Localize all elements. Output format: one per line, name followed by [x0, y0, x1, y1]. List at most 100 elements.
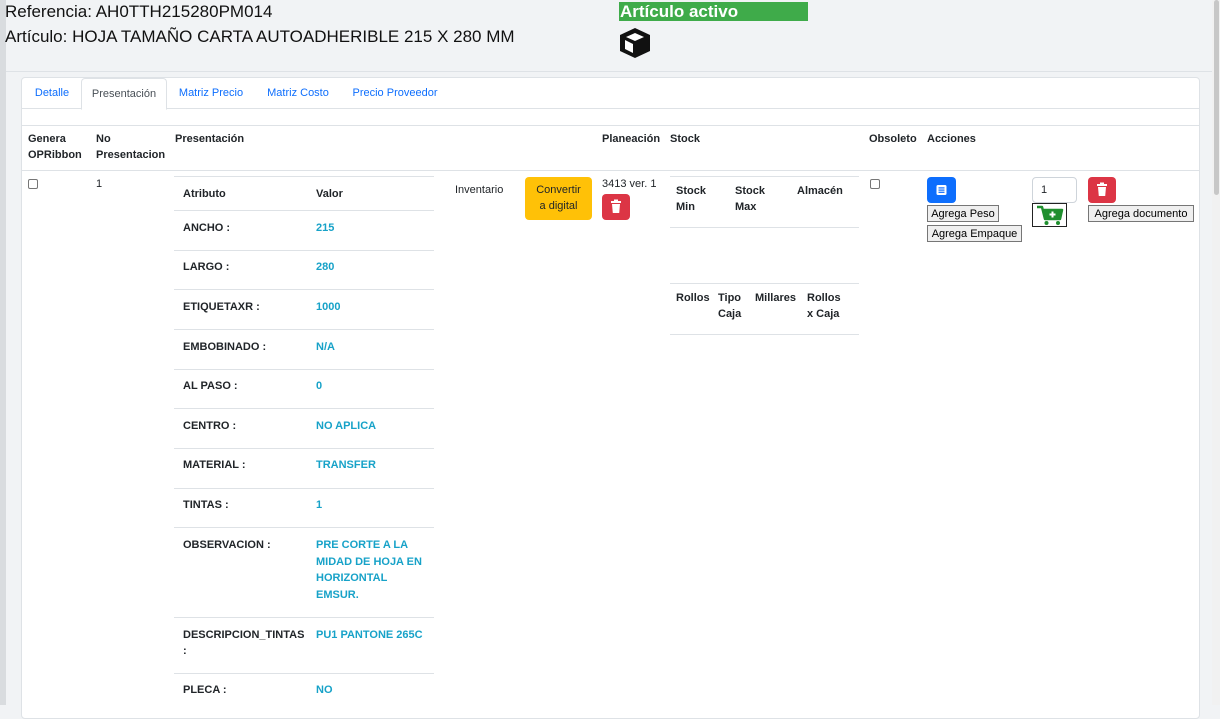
convert-button-line1: Convertir — [536, 184, 581, 196]
stock-min-line1: Stock — [676, 185, 706, 197]
list-button[interactable] — [927, 177, 956, 203]
attr-row-divider — [174, 369, 434, 370]
stock-table-divider — [670, 227, 859, 228]
attr-value: N/A — [316, 341, 335, 353]
trash-icon — [1097, 182, 1107, 196]
attr-table-top-border — [174, 176, 434, 177]
genera-opribbon-checkbox[interactable] — [28, 179, 38, 189]
tab-precio-proveedor[interactable]: Precio Proveedor — [346, 78, 444, 108]
attr-name: ANCHO : — [183, 222, 231, 234]
attr-value-multiline: PRE CORTE A LA MIDAD DE HOJA EN HORIZONT… — [316, 537, 422, 603]
stock-table-top-border — [670, 176, 859, 177]
stock-max-line2: Max — [735, 201, 757, 213]
attr-value: 1 — [316, 499, 323, 511]
agrega-peso-button[interactable]: Agrega Peso — [927, 205, 999, 222]
reference-title: Referencia: AH0TTH215280PM014 — [5, 2, 273, 21]
attr-row-divider — [174, 210, 434, 211]
rollos-header: Rollos — [676, 292, 710, 304]
agrega-empaque-button[interactable]: Agrega Empaque — [927, 225, 1022, 242]
millares-header: Millares — [755, 292, 796, 304]
delete-planeacion-button[interactable] — [602, 194, 630, 220]
col-genera-header: Genera OPRibbon — [28, 131, 82, 163]
attr-name-multiline: DESCRIPCION_TINTAS : — [183, 627, 304, 659]
rollos-table-bottom-border — [670, 334, 859, 335]
col-presentacion-header: Presentación — [175, 133, 245, 145]
delete-document-button[interactable] — [1088, 177, 1116, 203]
attr-name: EMBOBINADO : — [183, 341, 267, 353]
convert-button-line2: a digital — [539, 200, 578, 212]
attr-name: PLECA : — [183, 684, 227, 696]
quantity-input[interactable]: 1 — [1032, 177, 1077, 203]
attr-name-line: DESCRIPCION_TINTAS — [183, 629, 305, 641]
attr-row-divider — [174, 527, 434, 528]
col-stock-header: Stock — [670, 133, 700, 145]
col-genera-line2: OPRibbon — [28, 149, 82, 161]
rollos-table-top-border — [670, 283, 859, 284]
col-genera-line1: Genera — [28, 133, 66, 145]
obsoleto-checkbox[interactable] — [870, 179, 880, 189]
tipo-caja-line1: Tipo — [718, 292, 742, 304]
attr-value-line: EMSUR. — [316, 588, 359, 601]
attr-name: MATERIAL : — [183, 459, 246, 471]
almacen-header: Almacén — [797, 185, 843, 197]
table-top-border — [22, 125, 1199, 126]
tab-matriz-precio[interactable]: Matriz Precio — [172, 78, 250, 108]
box-icon — [617, 26, 653, 60]
tab-presentacion[interactable]: Presentación — [81, 78, 167, 110]
attr-value: 280 — [316, 261, 335, 273]
col-no-line1: No — [96, 133, 111, 145]
tab-detalle[interactable]: Detalle — [26, 78, 78, 108]
agrega-documento-button[interactable]: Agrega documento — [1088, 205, 1194, 222]
attr-row-divider — [174, 289, 434, 290]
attr-value: 215 — [316, 222, 335, 234]
attr-value: TRANSFER — [316, 459, 376, 471]
attr-name: OBSERVACION : — [183, 539, 271, 551]
rollos-caja-header: Rollos x Caja — [807, 290, 841, 322]
active-badge: Artículo activo — [619, 2, 808, 21]
scrollbar-thumb[interactable] — [1214, 0, 1219, 195]
add-to-cart-button[interactable] — [1032, 203, 1067, 227]
attr-row-divider — [174, 488, 434, 489]
no-presentacion-value: 1 — [96, 178, 103, 190]
stock-max-header: Stock Max — [735, 183, 765, 215]
attr-value-line: PRE CORTE A LA — [316, 539, 409, 551]
col-planeacion-header: Planeación — [602, 133, 661, 145]
article-title: Artículo: HOJA TAMAÑO CARTA AUTOADHERIBL… — [5, 27, 515, 46]
stock-max-line1: Stock — [735, 185, 765, 197]
attr-name: LARGO : — [183, 261, 230, 273]
tipo-caja-line2: Caja — [718, 308, 742, 320]
rollos-caja-line2: x Caja — [807, 308, 840, 320]
stock-min-header: Stock Min — [676, 183, 706, 215]
tipo-caja-header: Tipo Caja — [718, 290, 741, 322]
attr-name: TINTAS : — [183, 499, 229, 511]
attr-value: 1000 — [316, 301, 341, 313]
col-obsoleto-header: Obsoleto — [869, 133, 917, 145]
col-no-line2: Presentacion — [96, 149, 166, 161]
attr-row-divider — [174, 673, 434, 674]
col-no-header: No Presentacion — [96, 131, 165, 163]
header-bottom-border — [22, 170, 1199, 171]
col-acciones-header: Acciones — [927, 133, 976, 145]
inventario-label: Inventario — [455, 184, 504, 196]
trash-icon — [611, 199, 621, 213]
attr-value-line: MIDAD DE HOJA EN — [316, 555, 422, 568]
convert-digital-button[interactable]: Convertir a digital — [525, 177, 592, 220]
attr-row-divider — [174, 329, 434, 330]
attr-name-line: : — [183, 645, 187, 657]
stock-min-line2: Min — [676, 201, 695, 213]
attr-value: PU1 PANTONE 265C — [316, 629, 423, 641]
attr-row-divider — [174, 617, 434, 618]
attr-name: ETIQUETAXR : — [183, 301, 260, 313]
tab-bar: Detalle Presentación Matriz Precio Matri… — [22, 78, 1199, 110]
attr-name: CENTRO : — [183, 420, 237, 432]
rollos-caja-line1: Rollos — [807, 292, 841, 304]
attr-row-divider — [174, 408, 434, 409]
attr-row-divider — [174, 250, 434, 251]
attr-value-line: HORIZONTAL — [316, 572, 388, 584]
attr-header-valor: Valor — [316, 188, 343, 200]
presentation-card: Detalle Presentación Matriz Precio Matri… — [21, 77, 1200, 719]
header-divider — [6, 71, 1220, 72]
cart-plus-icon — [1037, 205, 1064, 225]
attr-header-atributo: Atributo — [183, 188, 226, 200]
tab-matriz-costo[interactable]: Matriz Costo — [260, 78, 336, 108]
